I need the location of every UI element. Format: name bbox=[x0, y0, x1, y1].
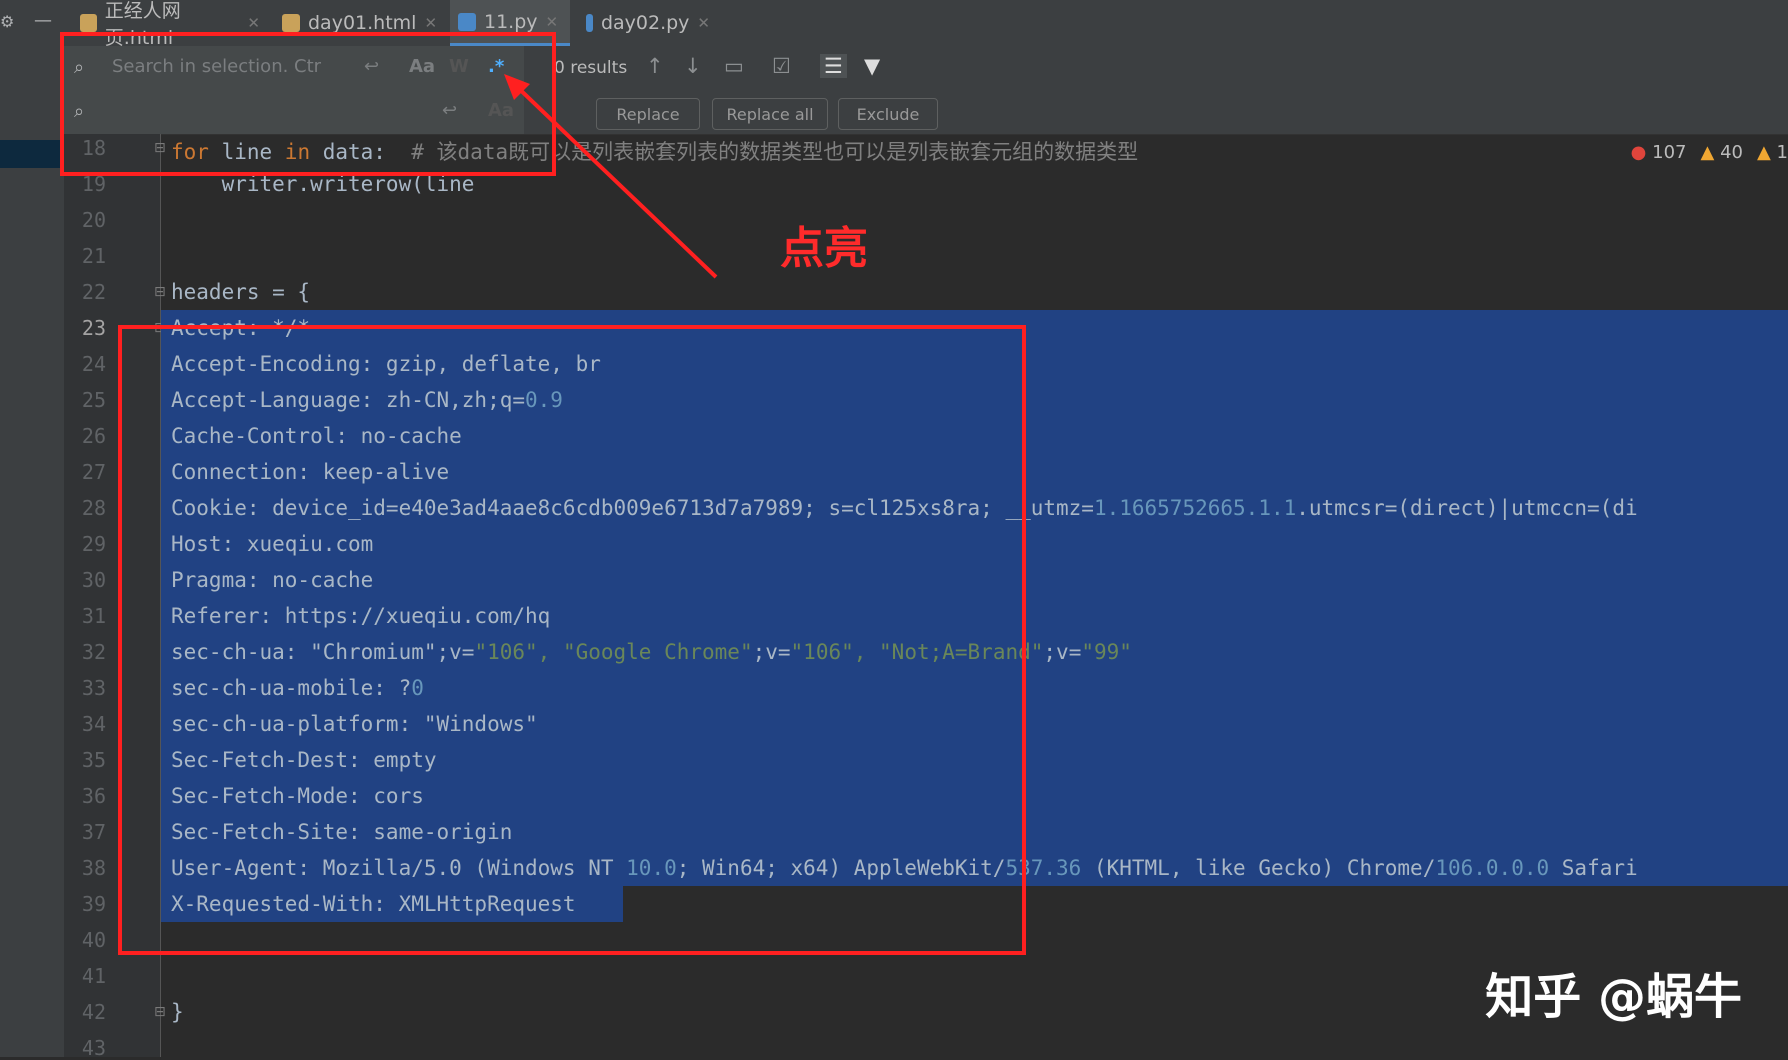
annotation-note: 点亮 bbox=[780, 223, 868, 274]
watermark: 知乎 @蜗牛 bbox=[1485, 969, 1742, 1025]
annotation-arrow bbox=[504, 74, 718, 279]
